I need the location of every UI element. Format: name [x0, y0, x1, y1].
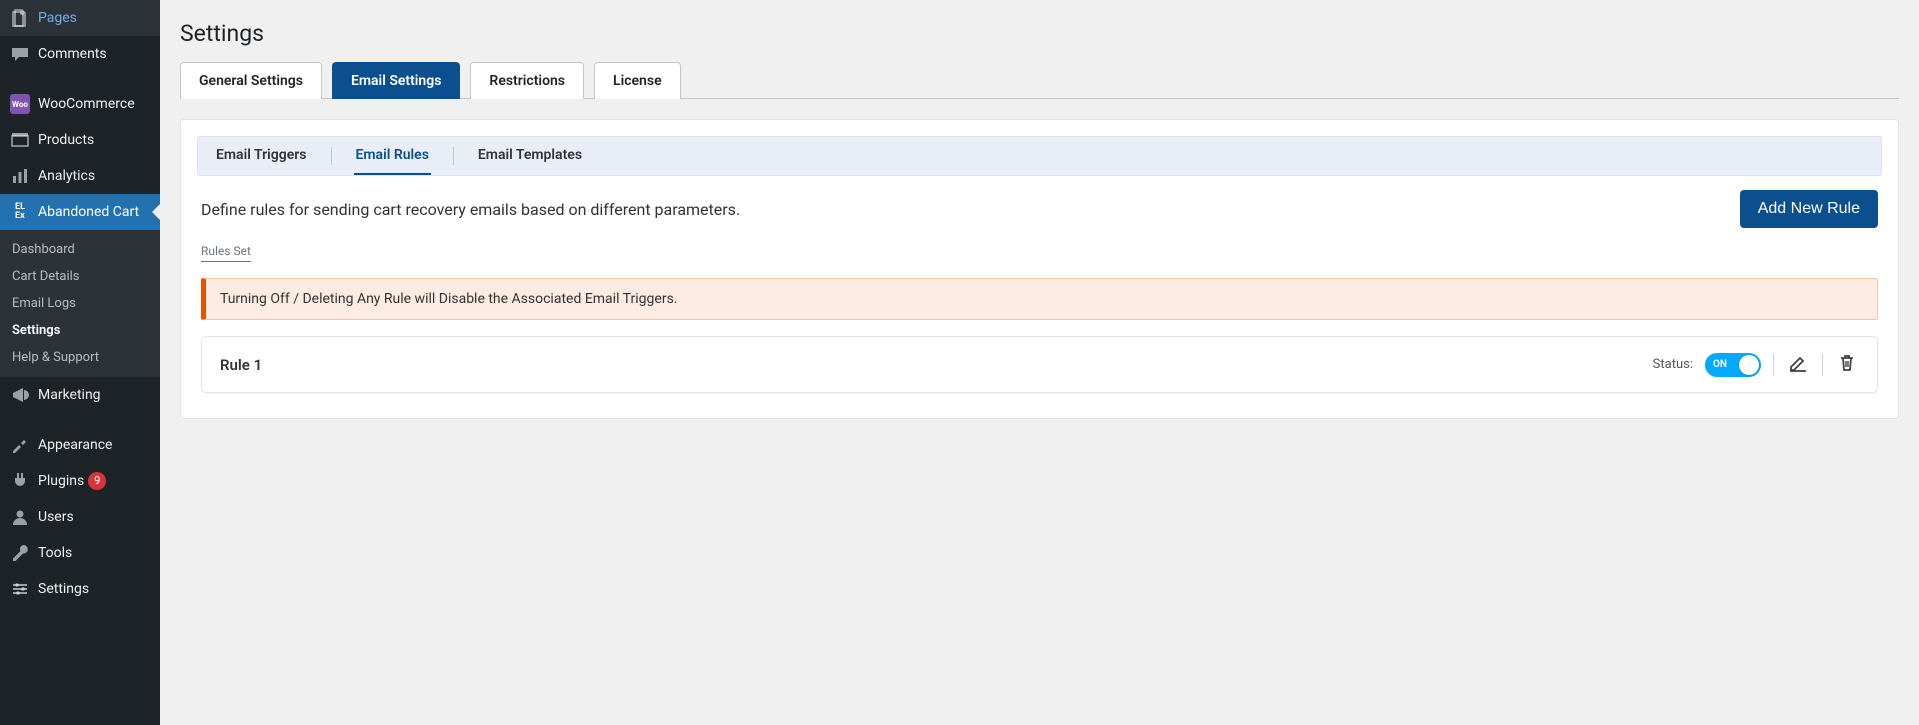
- sidebar-item-woocommerce[interactable]: Woo WooCommerce: [0, 86, 160, 122]
- action-separator: [1773, 354, 1774, 376]
- sidebar-item-label: Pages: [38, 10, 77, 26]
- subtab-email-triggers[interactable]: Email Triggers: [214, 137, 309, 175]
- sidebar-item-comments[interactable]: Comments: [0, 36, 160, 72]
- sidebar-item-abandoned-cart[interactable]: ELEx Abandoned Cart: [0, 194, 160, 230]
- sidebar-item-label: Appearance: [38, 437, 112, 453]
- add-new-rule-button[interactable]: Add New Rule: [1740, 190, 1878, 228]
- warning-alert: Turning Off / Deleting Any Rule will Dis…: [201, 278, 1878, 320]
- sidebar-item-label: Abandoned Cart: [38, 204, 139, 220]
- marketing-icon: [10, 385, 30, 405]
- settings-icon: [10, 579, 30, 599]
- subtab-email-templates[interactable]: Email Templates: [476, 137, 584, 175]
- sidebar-item-marketing[interactable]: Marketing: [0, 377, 160, 413]
- sidebar-item-appearance[interactable]: Appearance: [0, 427, 160, 463]
- rule-actions: Status: ON: [1653, 351, 1859, 378]
- sub-tabs: Email Triggers Email Rules Email Templat…: [197, 136, 1882, 176]
- submenu-item-settings[interactable]: Settings: [0, 317, 160, 344]
- rule-name: Rule 1: [220, 356, 262, 374]
- appearance-icon: [10, 435, 30, 455]
- analytics-icon: [10, 166, 30, 186]
- users-icon: [10, 507, 30, 527]
- tools-icon: [10, 543, 30, 563]
- sidebar-item-tools[interactable]: Tools: [0, 535, 160, 571]
- comments-icon: [10, 44, 30, 64]
- plugins-icon: [10, 471, 30, 491]
- content-card: Email Triggers Email Rules Email Templat…: [180, 119, 1899, 419]
- products-icon: [10, 130, 30, 150]
- sidebar-item-plugins[interactable]: Plugins 9: [0, 463, 160, 499]
- sidebar-item-label: Products: [38, 132, 94, 148]
- toggle-knob: [1739, 355, 1759, 375]
- submenu-item-help-support[interactable]: Help & Support: [0, 344, 160, 371]
- sidebar-item-analytics[interactable]: Analytics: [0, 158, 160, 194]
- rule-row: Rule 1 Status: ON: [201, 336, 1878, 393]
- sidebar-item-label: Plugins: [38, 473, 84, 489]
- sidebar-item-label: Comments: [38, 46, 107, 62]
- delete-rule-button[interactable]: [1835, 351, 1859, 378]
- main-content: Settings General Settings Email Settings…: [160, 0, 1919, 725]
- sidebar-item-settings[interactable]: Settings: [0, 571, 160, 607]
- admin-sidebar: Pages Comments Woo WooCommerce Products …: [0, 0, 160, 725]
- sidebar-item-pages[interactable]: Pages: [0, 0, 160, 36]
- sidebar-item-label: Tools: [38, 545, 72, 561]
- edit-rule-button[interactable]: [1786, 351, 1810, 378]
- submenu-item-email-logs[interactable]: Email Logs: [0, 290, 160, 317]
- tab-restrictions[interactable]: Restrictions: [470, 62, 584, 99]
- section-description: Define rules for sending cart recovery e…: [201, 200, 740, 219]
- sidebar-item-label: Settings: [38, 581, 89, 597]
- rules-set-label: Rules Set: [201, 244, 251, 262]
- subtab-separator: [331, 147, 332, 165]
- pages-icon: [10, 8, 30, 28]
- primary-tabs: General Settings Email Settings Restrict…: [180, 62, 1899, 99]
- subtab-separator: [453, 147, 454, 165]
- status-label: Status:: [1653, 357, 1693, 372]
- sidebar-item-products[interactable]: Products: [0, 122, 160, 158]
- tab-email-settings[interactable]: Email Settings: [332, 62, 460, 99]
- plugins-update-badge: 9: [88, 472, 106, 490]
- sidebar-item-label: Analytics: [38, 168, 95, 184]
- elex-icon: ELEx: [10, 202, 30, 222]
- rule-status-toggle[interactable]: ON: [1705, 353, 1761, 377]
- subtab-email-rules[interactable]: Email Rules: [354, 137, 431, 175]
- sidebar-submenu: Dashboard Cart Details Email Logs Settin…: [0, 230, 160, 377]
- action-separator: [1822, 354, 1823, 376]
- sidebar-item-label: Marketing: [38, 387, 101, 403]
- tab-general-settings[interactable]: General Settings: [180, 62, 322, 99]
- toggle-on-text: ON: [1713, 359, 1727, 370]
- page-title: Settings: [180, 20, 1899, 47]
- tab-license[interactable]: License: [594, 62, 681, 99]
- woo-icon: Woo: [10, 94, 30, 114]
- submenu-item-cart-details[interactable]: Cart Details: [0, 263, 160, 290]
- sidebar-item-label: WooCommerce: [38, 96, 135, 112]
- trash-icon: [1837, 353, 1857, 376]
- submenu-item-dashboard[interactable]: Dashboard: [0, 236, 160, 263]
- edit-icon: [1788, 353, 1808, 376]
- sidebar-item-users[interactable]: Users: [0, 499, 160, 535]
- sidebar-item-label: Users: [38, 509, 74, 525]
